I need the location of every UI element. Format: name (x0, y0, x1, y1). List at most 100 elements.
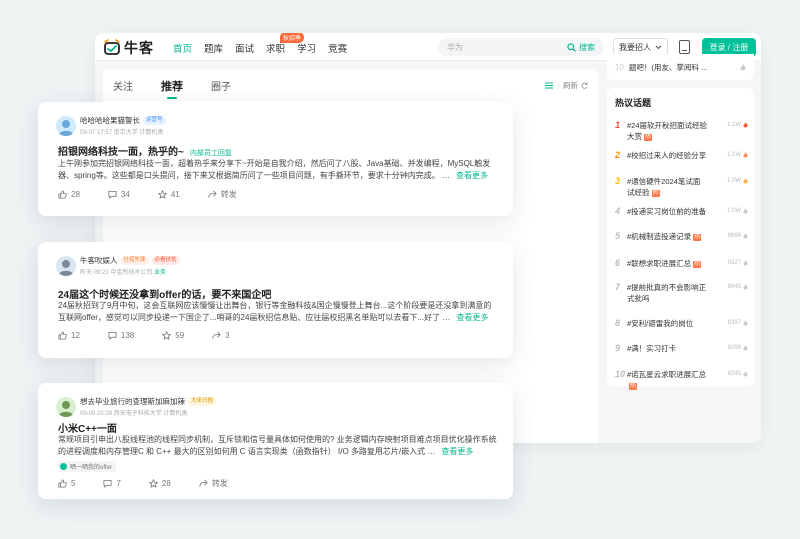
logo[interactable]: 牛客 (103, 38, 154, 58)
star-button[interactable]: 28 (148, 479, 171, 488)
hot-topic-item[interactable]: 10 #诺瓦星云求职进展汇总热 8245 (615, 369, 748, 391)
post-body-text: 24届秋招到了9月中旬，这会互联网应该慢慢让出舞台，银行等金融科技&国企慢慢登上… (58, 301, 492, 322)
post-title[interactable]: 小米C++一面 (58, 420, 117, 435)
topic-title: #诺瓦星云求职进展汇总热 (627, 369, 707, 391)
flame-icon (743, 345, 748, 351)
author-meta: 牛客吹娱人 社招先锋 必看扶贫 昨天 09:21 中金所技术公司 业务 (80, 255, 180, 276)
hot-topics-panel: 热议话题 1 #24届软开秋招面试经验大赏热 1.1W 2 #校招过来人的经验分享 1.1… (607, 88, 754, 390)
topic-rank: 2 (615, 150, 621, 160)
nav-contest[interactable]: 竞赛 (328, 41, 347, 55)
star-icon (162, 331, 172, 340)
search-input[interactable]: 华为 (447, 42, 567, 53)
share-icon (212, 331, 221, 339)
post-card[interactable]: 牛客吹娱人 社招先锋 必看扶贫 昨天 09:21 中金所技术公司 业务 24届这个时候还… (38, 242, 513, 358)
sidebar-previous-item[interactable]: 10 题吧！(用友、掌阅科 ... (607, 54, 754, 80)
nav-jobs[interactable]: 求职 秋招季 (266, 33, 305, 55)
author-name[interactable]: 哈哈哈哈果猫警长 (80, 115, 140, 126)
tab-recommend[interactable]: 推荐 (161, 78, 183, 99)
topic-heat-value: 1.0W (726, 178, 741, 184)
avatar[interactable] (56, 255, 76, 276)
topic-title-text: #诺瓦星云求职进展汇总 (627, 370, 707, 379)
post-actions: 12 138 59 3 (58, 331, 258, 340)
post-body[interactable]: 常规项目引申出八股线程池的线程同步机制，互斥锁和信号量具体如何使用的? 业务逻辑… (58, 434, 498, 458)
search-button-label: 搜索 (579, 42, 595, 52)
post-body[interactable]: 上午刚参加完招银网络科技一面，超着热乎来分享下~开始是自我介绍，然后问了八股、J… (58, 158, 498, 182)
hot-topic-item[interactable]: 3 #通信硬件2024笔试面试经验热 1.0W (615, 176, 748, 198)
share-button[interactable]: 3 (212, 331, 230, 340)
topic-title: #机械制造投递记录热 (627, 231, 707, 242)
refresh-button[interactable]: 刷新 (563, 80, 578, 91)
topic-heat: 1.0W (727, 208, 748, 214)
post-actions: 5 7 28 转发 (58, 478, 256, 489)
hot-topic-item[interactable]: 8 #安利/避雷我的岗位 8397 (615, 318, 748, 329)
hot-topic-item[interactable]: 5 #机械制造投递记录热 9669 (615, 231, 748, 242)
hot-topic-item[interactable]: 6 #联想求职进展汇总热 9327 (615, 258, 748, 269)
share-button[interactable]: 转发 (208, 189, 237, 200)
nav-learn[interactable]: 学习 (297, 41, 316, 55)
tab-following[interactable]: 关注 (113, 78, 133, 93)
nav-question-bank[interactable]: 题库 (204, 41, 223, 55)
nav-home[interactable]: 首页 (173, 41, 192, 55)
post-author: 哈哈哈哈果猫警长 运营号 09-07 17:57 南京大学 计算机类 (56, 115, 166, 136)
star-button[interactable]: 41 (157, 190, 180, 199)
avatar[interactable] (56, 115, 76, 136)
comment-button[interactable]: 7 (103, 479, 121, 488)
topic-rank: 7 (615, 282, 621, 292)
user-badge: 社招先锋 (120, 256, 149, 265)
author-name[interactable]: 牛客吹娱人 (80, 255, 118, 266)
flame-icon (743, 284, 748, 290)
flame-icon (743, 233, 748, 239)
post-topic-chip[interactable]: 晒一晒我的offer (58, 461, 116, 472)
read-more-link[interactable]: 查看更多 (456, 171, 488, 180)
topic-title-text: #机械制造投递记录 (627, 232, 692, 241)
read-more-link[interactable]: 查看更多 (456, 313, 488, 322)
topic-heat-value: 8645 (727, 284, 741, 290)
topic-title: #满！实习打卡 (627, 343, 707, 354)
post-title[interactable]: 24届这个时候还没拿到offer的话，要不来国企吧 (58, 286, 271, 301)
topic-heat-value: 9669 (727, 233, 741, 239)
post-card[interactable]: 想去毕业旅行的查理斯加麻加辣 大佬日报 09-09 20:29 西安电子科技大学 计… (38, 383, 513, 499)
app-download-icon[interactable] (679, 40, 690, 54)
read-more-link[interactable]: 查看更多 (441, 447, 473, 456)
like-count: 5 (71, 479, 76, 488)
chip-icon (60, 463, 67, 470)
comment-count: 34 (120, 190, 130, 199)
like-button[interactable]: 12 (58, 331, 80, 340)
post-title[interactable]: 招银网络科技一面，热乎的~ 内部员工回复 (58, 143, 232, 158)
nav-interview[interactable]: 面试 (235, 41, 254, 55)
star-button[interactable]: 59 (162, 331, 184, 340)
user-badge: 大佬日报 (188, 397, 217, 406)
share-icon (208, 190, 217, 198)
hot-topic-item[interactable]: 4 #投递实习岗位前的准备 1.0W (615, 206, 748, 217)
like-icon (58, 331, 67, 340)
list-view-icon[interactable] (545, 82, 554, 89)
niuke-logo-icon (104, 39, 120, 55)
like-button[interactable]: 28 (58, 190, 80, 199)
hot-topic-item[interactable]: 1 #24届软开秋招面试经验大赏热 1.1W (615, 120, 748, 142)
post-title-text: 小米C++一面 (58, 424, 117, 435)
topic-title-text: #联想求职进展汇总 (627, 259, 692, 268)
tab-circles[interactable]: 圈子 (211, 78, 231, 93)
post-body[interactable]: 24届秋招到了9月中旬，这会互联网应该慢慢让出舞台，银行等金融科技&国企慢慢登上… (58, 300, 498, 324)
post-meta-tag: 业务 (154, 270, 167, 276)
hot-topic-item[interactable]: 7 #提前批真的不会影响正式批吗 8645 (615, 282, 748, 304)
post-card[interactable]: 哈哈哈哈果猫警长 运营号 09-07 17:57 南京大学 计算机类招银网络科技一面… (38, 102, 513, 216)
comment-button[interactable]: 138 (108, 331, 134, 340)
search-bar[interactable]: 华为 搜索 (438, 38, 604, 56)
topic-heat-value: 8245 (727, 371, 741, 377)
topic-rank: 1 (615, 120, 621, 130)
hot-topic-item[interactable]: 9 #满！实习打卡 8298 (615, 343, 748, 354)
refresh-icon[interactable] (581, 82, 588, 89)
share-button[interactable]: 转发 (199, 478, 228, 489)
topic-title-text: #校招过来人的经验分享 (627, 151, 707, 160)
hot-topic-item[interactable]: 2 #校招过来人的经验分享 1.1W (615, 150, 748, 161)
flame-icon (740, 63, 746, 70)
author-name[interactable]: 想去毕业旅行的查理斯加麻加辣 (80, 396, 185, 407)
topic-heat: 9327 (728, 260, 748, 266)
post-author: 牛客吹娱人 社招先锋 必看扶贫 昨天 09:21 中金所技术公司 业务 (56, 255, 180, 276)
comment-button[interactable]: 34 (108, 190, 130, 199)
like-button[interactable]: 5 (58, 479, 75, 488)
topic-heat-value: 8397 (727, 320, 741, 326)
avatar[interactable] (56, 396, 76, 417)
search-button[interactable]: 搜索 (567, 42, 595, 53)
